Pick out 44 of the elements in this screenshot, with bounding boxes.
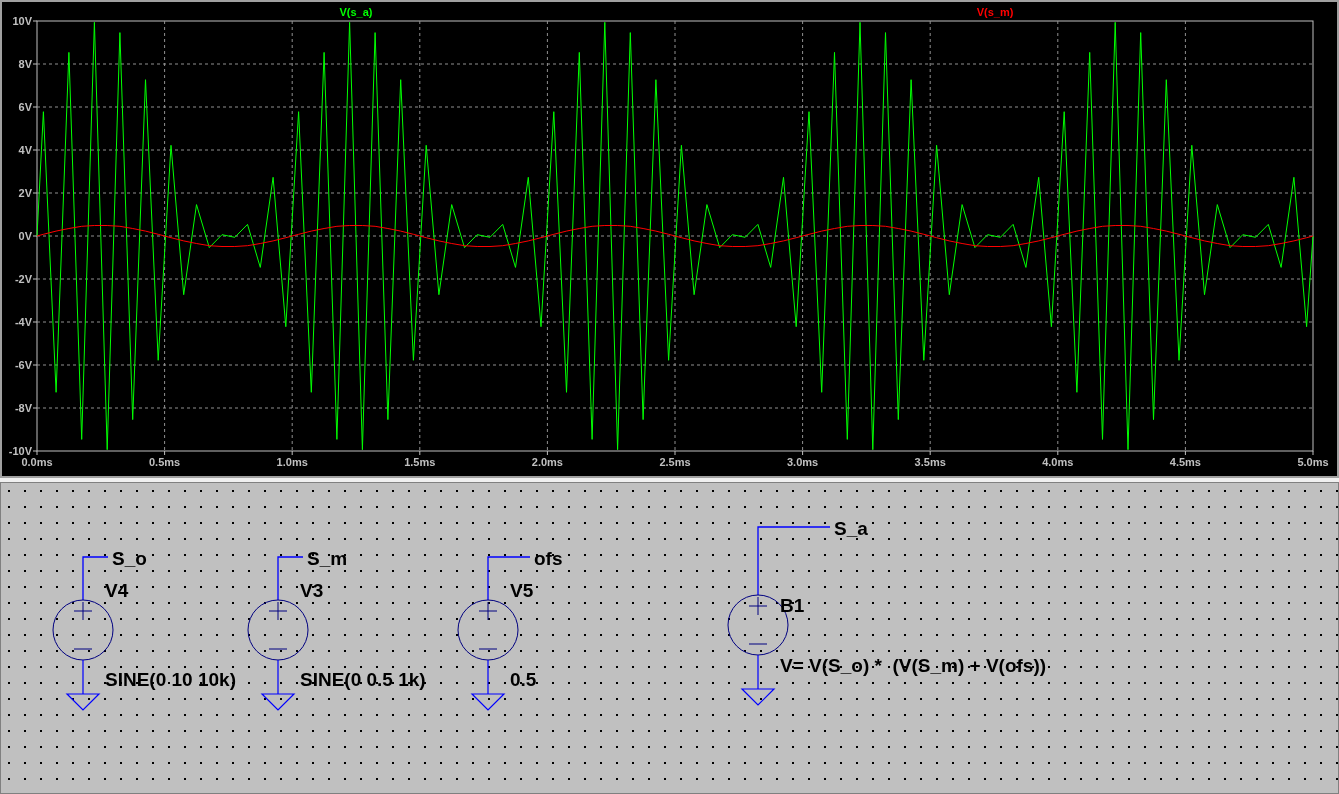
axis-tick-label: 1.0ms <box>276 456 308 468</box>
component-name[interactable]: B1 <box>780 595 805 616</box>
component-name[interactable]: V3 <box>300 580 324 601</box>
axis-tick-label: 6V <box>18 101 32 113</box>
component-value[interactable]: V= V(S_o) * (V(S_m) + V(ofs)) <box>780 655 1047 676</box>
ground-symbol <box>66 659 101 711</box>
axis-tick-label: -4V <box>14 316 32 328</box>
component-value[interactable]: SINE(0 0.5 1k) <box>300 669 426 690</box>
voltage-source-symbol[interactable] <box>52 599 114 661</box>
axis-tick-label: 1.5ms <box>404 456 436 468</box>
ground-symbol <box>471 659 506 711</box>
axis-tick-label: -6V <box>14 359 32 371</box>
axis-tick-label: 8V <box>18 58 32 70</box>
net-label[interactable]: S_m <box>307 548 348 569</box>
axis-tick-label: -2V <box>14 273 32 285</box>
axis-tick-label: 5.0ms <box>1297 456 1329 468</box>
axis-tick-label: 3.0ms <box>787 456 819 468</box>
axis-tick-label: 10V <box>12 15 32 27</box>
component-name[interactable]: V5 <box>510 580 534 601</box>
voltage-source-symbol[interactable] <box>247 599 309 661</box>
component-value[interactable]: 0.5 <box>510 669 537 690</box>
axis-tick-label: -10V <box>8 445 32 457</box>
ground-symbol <box>741 654 776 706</box>
axis-tick-label: 4.5ms <box>1169 456 1201 468</box>
voltage-source-symbol[interactable] <box>457 599 519 661</box>
axis-tick-label: 2.5ms <box>659 456 691 468</box>
trace-label[interactable]: V(s_a) <box>339 6 373 18</box>
axis-tick-label: 0.5ms <box>149 456 181 468</box>
net-label[interactable]: S_a <box>834 518 868 539</box>
component-value[interactable]: SINE(0 10 10k) <box>105 669 236 690</box>
axis-tick-label: 4V <box>18 144 32 156</box>
axis-tick-label: 3.5ms <box>914 456 946 468</box>
axis-tick-label: 2.0ms <box>531 456 563 468</box>
axis-tick-label: 0.0ms <box>21 456 53 468</box>
wire <box>487 556 531 601</box>
net-label[interactable]: ofs <box>534 548 563 569</box>
axis-tick-label: 4.0ms <box>1042 456 1074 468</box>
axis-tick-label: 2V <box>18 187 32 199</box>
axis-tick-label: 0V <box>18 230 32 242</box>
ground-symbol <box>261 659 296 711</box>
net-label[interactable]: S_o <box>112 548 147 569</box>
component-name[interactable]: V4 <box>105 580 129 601</box>
axis-tick-label: -8V <box>14 402 32 414</box>
trace-label[interactable]: V(s_m) <box>976 6 1014 18</box>
